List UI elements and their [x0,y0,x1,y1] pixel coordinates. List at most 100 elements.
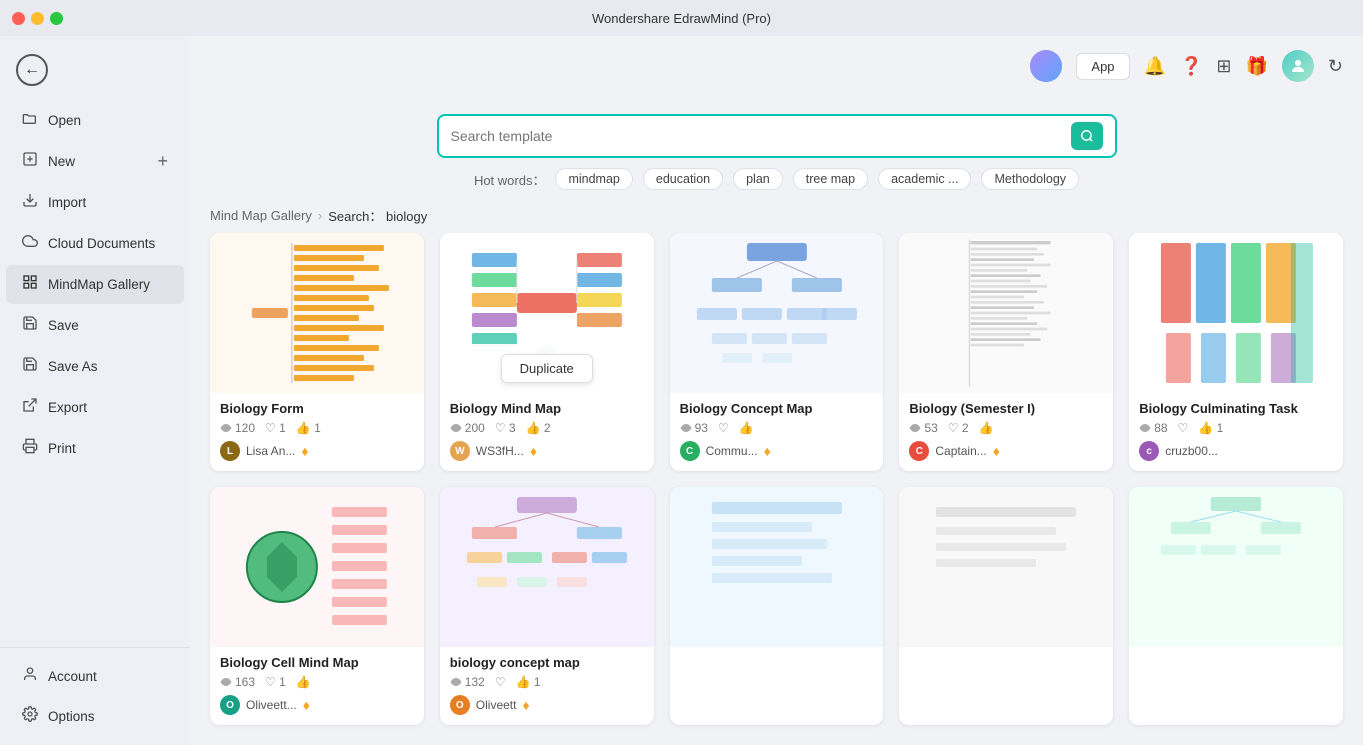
author-avatar: O [220,695,240,715]
gallery: Biology Form 120 ♡ 1 👍 1 L Lisa An... ♦ [190,233,1363,745]
card-title-biology-cell: Biology Cell Mind Map [220,655,414,670]
new-plus-icon: + [157,151,168,172]
author-avatar: L [220,441,240,461]
card-author-biology-form: L Lisa An... ♦ [220,441,414,461]
views-stat: 88 [1139,421,1167,435]
export-label: Export [48,400,87,415]
heart-stat: ♡ [718,421,729,435]
hot-tag-mindmap[interactable]: mindmap [555,168,632,190]
duplicate-button[interactable]: Duplicate [501,354,593,383]
card-title-biology-semester: Biology (Semester I) [909,401,1103,416]
card-biology-concept2[interactable]: biology concept map 132 ♡ 👍 1 O Oliveett… [440,487,654,725]
minimize-button[interactable] [31,12,44,25]
sidebar-item-account[interactable]: Account [6,657,184,696]
pro-badge: ♦ [530,443,537,459]
author-name: Oliveett... [246,698,297,712]
search-area: Hot words： mindmap education plan tree m… [190,96,1363,198]
card-title-biology-form: Biology Form [220,401,414,416]
card-stats-biology-concept2: 132 ♡ 👍 1 [450,675,644,689]
titlebar: Wondershare EdrawMind (Pro) [0,0,1363,36]
sidebar-item-save[interactable]: Save [6,306,184,345]
hot-tag-plan[interactable]: plan [733,168,783,190]
author-avatar: O [450,695,470,715]
sidebar-item-mindmap-gallery[interactable]: MindMap Gallery [6,265,184,304]
sidebar-item-options[interactable]: Options [6,697,184,736]
card-thumb-biology-form [210,233,424,393]
views-stat: 120 [220,421,255,435]
help-icon[interactable]: ❓ [1180,56,1202,77]
cloud-icon [22,233,38,254]
sidebar-item-open[interactable]: Open [6,101,184,140]
hot-words: Hot words： mindmap education plan tree m… [474,168,1079,190]
card-author-biology-concept: C Commu... ♦ [680,441,874,461]
avatar[interactable] [1030,50,1062,82]
card-author-biology-cell: O Oliveett... ♦ [220,695,414,715]
avatar-gradient [1030,50,1062,82]
hot-tag-tree-map[interactable]: tree map [793,168,868,190]
card-empty3[interactable] [1129,487,1343,725]
card-biology-mind-map[interactable]: 👤 Duplicate Biology Mind Map [440,233,654,471]
author-name: Oliveett [476,698,517,712]
print-label: Print [48,441,76,456]
heart-stat: ♡ [495,675,506,689]
close-button[interactable] [12,12,25,25]
author-avatar: W [450,441,470,461]
save-label: Save [48,318,79,333]
thumb-stat: 👍 [739,421,754,435]
search-button[interactable] [1071,122,1103,150]
sidebar-item-print[interactable]: Print [6,429,184,468]
hot-words-label: Hot words： [474,170,546,189]
views-stat: 93 [680,421,708,435]
card-empty1[interactable] [670,487,884,725]
app-button[interactable]: App [1076,53,1129,80]
options-label: Options [48,709,95,724]
hot-tag-academic[interactable]: academic ... [878,168,971,190]
card-author-biology-culminating: c cruzb00... [1139,441,1333,461]
sidebar-bottom: Account Options [0,647,190,745]
author-name: Commu... [706,444,758,458]
card-author-biology-concept2: O Oliveett ♦ [450,695,644,715]
import-icon [22,192,38,213]
card-thumb-biology-concept [670,233,884,393]
sidebar-item-cloud-documents[interactable]: Cloud Documents [6,224,184,263]
card-author-biology-semester: C Captain... ♦ [909,441,1103,461]
gift-icon[interactable]: 🎁 [1245,56,1267,77]
back-button[interactable]: ← [16,54,48,86]
sidebar-item-import[interactable]: Import [6,183,184,222]
author-name: cruzb00... [1165,444,1218,458]
save-icon [22,315,38,336]
card-title-biology-concept: Biology Concept Map [680,401,874,416]
refresh-icon[interactable]: ↻ [1328,56,1343,77]
user-profile-avatar[interactable] [1282,50,1314,82]
sidebar-item-export[interactable]: Export [6,388,184,427]
hot-tag-education[interactable]: education [643,168,723,190]
sidebar-back: ← [0,44,190,96]
thumb-stat: 👍 1 [516,675,541,689]
card-title-biology-mind: Biology Mind Map [450,401,644,416]
maximize-button[interactable] [50,12,63,25]
thumb-stat: 👍 [979,421,994,435]
sidebar-item-new[interactable]: New + [6,142,184,181]
search-input[interactable] [451,128,1071,144]
views-stat: 132 [450,675,485,689]
card-biology-form[interactable]: Biology Form 120 ♡ 1 👍 1 L Lisa An... ♦ [210,233,424,471]
card-biology-concept-map[interactable]: Biology Concept Map 93 ♡ 👍 C Commu... ♦ [670,233,884,471]
card-stats-biology-form: 120 ♡ 1 👍 1 [220,421,414,435]
grid-icon[interactable]: ⊞ [1216,56,1231,77]
heart-stat: ♡ [1178,421,1189,435]
card-biology-culminating[interactable]: Biology Culminating Task 88 ♡ 👍 1 c cruz… [1129,233,1343,471]
heart-stat: ♡ 1 [265,675,286,689]
notification-icon[interactable]: 🔔 [1144,56,1166,77]
hot-tag-methodology[interactable]: Methodology [981,168,1079,190]
card-biology-semester[interactable]: Biology (Semester I) 53 ♡ 2 👍 C Captain.… [899,233,1113,471]
topbar: App 🔔 ❓ ⊞ 🎁 ↻ [190,36,1363,96]
card-empty2[interactable] [899,487,1113,725]
window-controls [12,12,63,25]
card-info-biology-cell: Biology Cell Mind Map 163 ♡ 1 👍 O Olivee… [210,647,424,725]
app-title: Wondershare EdrawMind (Pro) [592,11,771,26]
card-thumb-empty1 [670,487,884,647]
sidebar-item-save-as[interactable]: Save As [6,347,184,386]
breadcrumb-root[interactable]: Mind Map Gallery [210,208,312,223]
heart-stat: ♡ 3 [495,421,516,435]
card-biology-cell[interactable]: Biology Cell Mind Map 163 ♡ 1 👍 O Olivee… [210,487,424,725]
